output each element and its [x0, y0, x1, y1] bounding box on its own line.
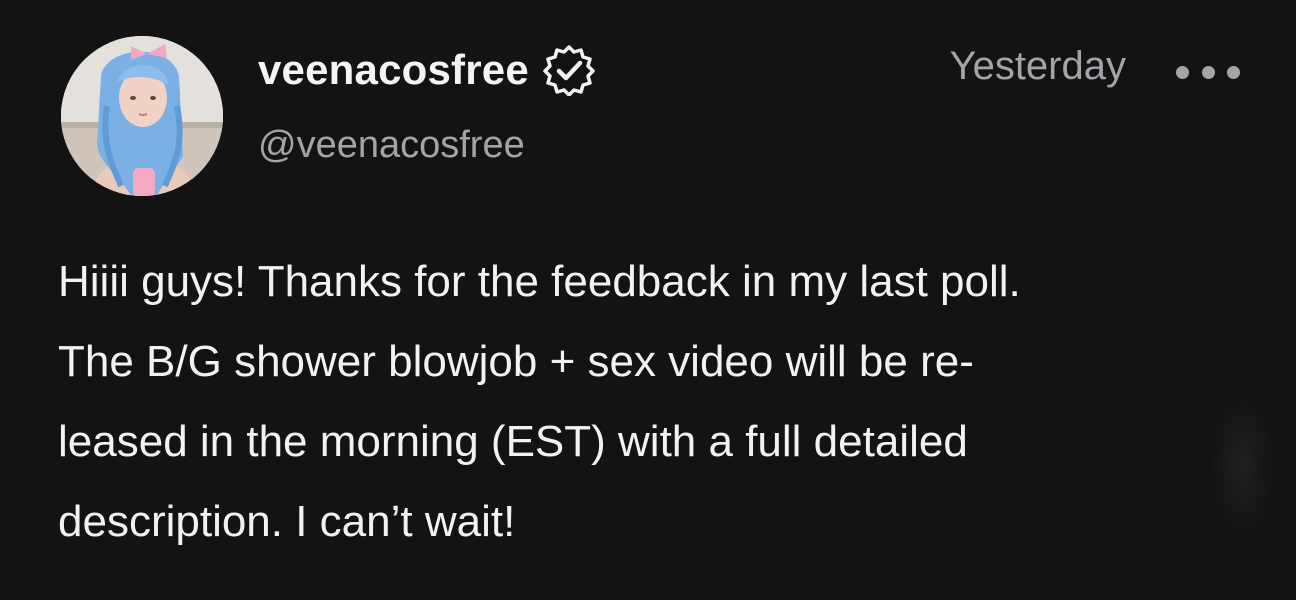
more-options-button[interactable]: [1176, 58, 1240, 86]
post-body-line: Hiiii guys! Thanks for the feedback in m…: [58, 257, 1021, 306]
ellipsis-icon: [1176, 65, 1189, 79]
author-row: veenacosfree: [258, 40, 595, 100]
post-card: veenacosfree @veenacosfree Yesterday Hii…: [0, 0, 1296, 600]
display-name[interactable]: veenacosfree: [258, 46, 529, 94]
author-handle[interactable]: @veenacosfree: [258, 124, 525, 167]
post-body-line: leased in the morning (EST) with a full …: [58, 417, 968, 466]
background-shadow: [1208, 390, 1278, 540]
profile-photo: [61, 36, 223, 196]
post-body: Hiiii guys! Thanks for the feedback in m…: [58, 242, 1258, 562]
post-body-line: The B/G shower blowjob + sex video will …: [58, 337, 974, 386]
post-timestamp: Yesterday: [949, 44, 1126, 88]
avatar[interactable]: [61, 36, 223, 196]
verified-badge-icon: [543, 44, 595, 97]
ellipsis-icon: [1227, 65, 1240, 79]
ellipsis-icon: [1201, 65, 1215, 79]
post-body-line: description. I can’t wait!: [58, 497, 516, 546]
